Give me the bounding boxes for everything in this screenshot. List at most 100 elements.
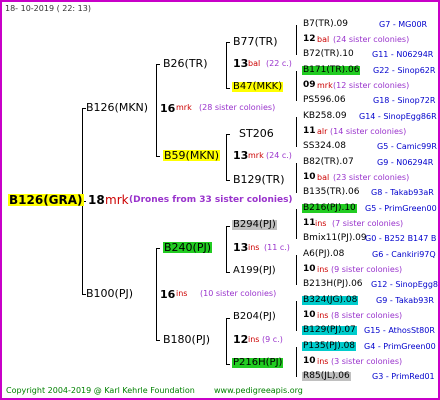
gen3-note: (24 c.) (266, 151, 292, 160)
tree-line (156, 64, 157, 156)
gen2-queen: B240(PJ) (163, 241, 213, 254)
gen2-queen: B180(PJ) (163, 333, 211, 346)
gen4-queen: SS324.08 (303, 141, 346, 151)
gen3-note: (9 c.) (262, 335, 283, 344)
gen4-origin: G6 - Cankiri97Q (372, 250, 436, 259)
gen4-origin: G15 - AthosSt80R (364, 326, 435, 335)
gen1-count: 16 (160, 288, 176, 301)
gen4-queen: B213H(PJ).06 (303, 279, 363, 289)
gen4-note: (3 sister colonies) (331, 357, 403, 366)
gen4-origin: G9 - Takab93R (376, 296, 434, 305)
tree-line (296, 117, 297, 147)
tree-line (226, 134, 230, 135)
gen1-note: (28 sister colonies) (199, 103, 276, 112)
gen4-suffix: ins (317, 357, 329, 366)
gen4-count: 10 (303, 264, 316, 274)
tree-line (156, 248, 157, 340)
gen3-suffix: ins (248, 243, 260, 252)
gen4-origin: G18 - Sinop72R (373, 96, 436, 105)
gen4-count: 10 (303, 172, 316, 182)
gen4-queen: B7(TR).09 (303, 19, 348, 29)
tree-line (226, 226, 227, 272)
gen4-note: (8 sister colonies) (331, 311, 403, 320)
site-link[interactable]: www.pedigreeapis.org (214, 387, 303, 395)
gen4-origin: G0 - B252 B147 B (365, 234, 437, 243)
gen3-note: (11 c.) (264, 243, 290, 252)
root-count: 18 (88, 193, 105, 207)
gen4-origin: G3 - PrimRed01 (372, 372, 435, 381)
gen4-suffix: bal (317, 35, 330, 44)
gen4-suffix: ins (317, 311, 329, 320)
tree-line (226, 180, 230, 181)
tree-line (296, 255, 297, 285)
tree-line (226, 88, 230, 89)
gen4-queen: P135(PJ).08 (302, 341, 357, 351)
tree-line (226, 272, 230, 273)
tree-line (156, 248, 160, 249)
gen3-queen: P216H(PJ) (232, 357, 284, 368)
gen2-queen: B26(TR) (163, 57, 208, 70)
tree-line (296, 163, 297, 193)
gen1-queen: B100(PJ) (86, 287, 134, 300)
gen1-count: 16 (160, 102, 176, 115)
root-queen: B126(GRA) (8, 193, 84, 207)
root-note: (Drones from 33 sister colonies) (129, 195, 293, 205)
gen4-origin: G11 - N06294R (372, 50, 434, 59)
gen4-count: 11 (303, 126, 316, 136)
copyright: Copyright 2004-2019 @ Karl Kehrle Founda… (6, 386, 195, 395)
gen1-queen: B126(MKN) (86, 101, 149, 114)
tree-line (226, 42, 227, 88)
tree-line (156, 340, 160, 341)
gen3-suffix: bal (248, 59, 261, 68)
tree-line (156, 64, 160, 65)
tree-line (296, 71, 297, 101)
pedigree-diagram: 18- 10-2019 ( 22: 13) B126(GRA) 18 mrk (… (0, 0, 440, 400)
gen4-note: (7 sister colonies) (332, 219, 404, 228)
gen3-count: 12 (233, 333, 249, 346)
gen4-origin: G8 - Takab93aR (371, 188, 434, 197)
gen4-queen: B72(TR).10 (303, 49, 354, 59)
root-suffix: mrk (105, 193, 129, 207)
gen4-suffix: bal (317, 173, 330, 182)
gen4-count: 11 (303, 218, 316, 228)
gen4-queen: B216(PJ).10 (302, 203, 357, 213)
tree-line (296, 209, 297, 239)
gen4-origin: G7 - MG00R (379, 20, 428, 29)
gen4-origin: G12 - SinopEgg86R (371, 280, 438, 289)
gen4-origin: G5 - Camic99R (377, 142, 437, 151)
tree-line (226, 134, 227, 180)
gen1-suffix: mrk (176, 103, 192, 112)
gen4-queen: Bmix11(PJ).09 (303, 233, 367, 243)
gen4-note: (14 sister colonies) (330, 127, 407, 136)
gen4-origin: G4 - PrimGreen00 (364, 342, 436, 351)
gen3-queen: B47(MKK) (232, 81, 284, 92)
gen4-queen: PS596.06 (303, 95, 346, 105)
tree-line (226, 42, 230, 43)
gen3-count: 13 (233, 149, 249, 162)
gen4-suffix: alr (317, 127, 328, 136)
gen4-origin: G5 - PrimGreen00 (365, 204, 437, 213)
gen4-queen: B135(TR).06 (303, 187, 360, 197)
gen4-note: (9 sister colonies) (331, 265, 403, 274)
gen4-count: 12 (303, 34, 316, 44)
gen4-suffix: ins (315, 219, 327, 228)
gen3-count: 13 (233, 57, 249, 70)
gen3-queen: B204(PJ) (233, 311, 276, 322)
gen2-queen: B59(MKN) (163, 149, 221, 162)
gen3-queen: B129(TR) (233, 173, 285, 186)
gen4-note: (12 sister colonies) (333, 81, 410, 90)
gen3-queen: B77(TR) (233, 35, 278, 48)
tree-line (226, 226, 230, 227)
tree-line (226, 318, 227, 364)
gen3-suffix: ins (248, 335, 260, 344)
date-label: 18- 10-2019 ( 22: 13) (5, 4, 91, 13)
gen4-queen: B171(TR).06 (302, 65, 361, 75)
gen3-count: 13 (233, 241, 249, 254)
tree-line (226, 318, 230, 319)
tree-line (296, 25, 297, 55)
tree-line (296, 301, 297, 331)
gen4-origin: G9 - N06294R (377, 158, 434, 167)
gen4-origin: G22 - Sinop62R (373, 66, 436, 75)
gen4-note: (24 sister colonies) (333, 35, 410, 44)
gen3-queen: B294(PJ) (232, 219, 277, 230)
